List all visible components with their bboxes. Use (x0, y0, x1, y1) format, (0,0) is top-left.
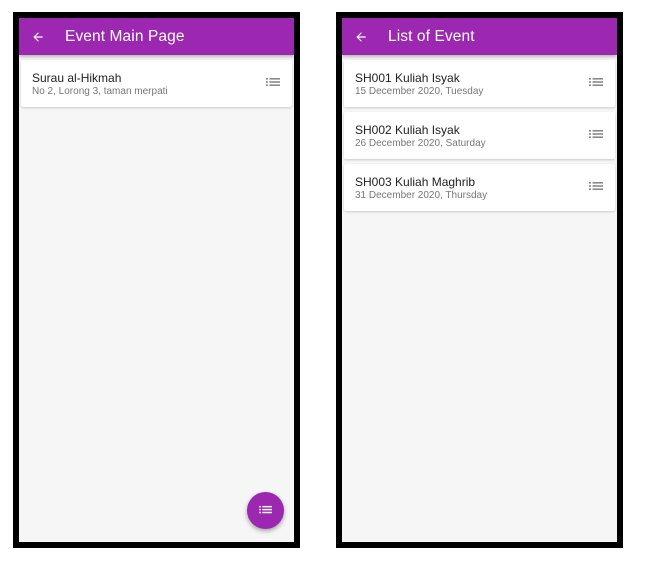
list-item[interactable]: SH001 Kuliah Isyak 15 December 2020, Tue… (344, 60, 615, 107)
event-main-screen: Event Main Page Surau al-Hikmah No 2, Lo… (19, 18, 294, 542)
list-item-subtitle: 31 December 2020, Thursday (355, 190, 488, 201)
list-item-subtitle: No 2, Lorong 3, taman merpati (32, 86, 168, 97)
event-list-screen: List of Event SH001 Kuliah Isyak 15 Dece… (342, 18, 617, 542)
app-bar: List of Event (342, 18, 617, 55)
list-item[interactable]: Surau al-Hikmah No 2, Lorong 3, taman me… (21, 60, 292, 107)
list-item-title: Surau al-Hikmah (32, 71, 122, 85)
back-button[interactable] (20, 18, 56, 55)
list-item-title: SH003 Kuliah Maghrib (355, 175, 476, 189)
list-item-title: SH002 Kuliah Isyak (355, 123, 460, 137)
list-item-subtitle: 26 December 2020, Saturday (355, 138, 486, 149)
list-icon[interactable] (266, 77, 280, 89)
list-item[interactable]: SH002 Kuliah Isyak 26 December 2020, Sat… (344, 112, 615, 159)
list-icon (259, 505, 272, 514)
arrow-back-icon (33, 31, 43, 42)
phone-frame-event-main: Event Main Page Surau al-Hikmah No 2, Lo… (13, 12, 300, 548)
phone-frame-event-list: List of Event SH001 Kuliah Isyak 15 Dece… (336, 12, 623, 548)
list-fab-button[interactable] (247, 492, 284, 529)
list-icon[interactable] (589, 77, 603, 89)
event-list: SH001 Kuliah Isyak 15 December 2020, Tue… (342, 57, 617, 216)
place-list: Surau al-Hikmah No 2, Lorong 3, taman me… (19, 57, 294, 112)
list-icon[interactable] (589, 181, 603, 193)
list-item[interactable]: SH003 Kuliah Maghrib 31 December 2020, T… (344, 164, 615, 211)
app-bar: Event Main Page (19, 18, 294, 55)
list-item-subtitle: 15 December 2020, Tuesday (355, 86, 484, 97)
page-title: Event Main Page (65, 27, 185, 45)
arrow-back-icon (356, 31, 366, 42)
list-icon[interactable] (589, 129, 603, 141)
list-item-title: SH001 Kuliah Isyak (355, 71, 460, 85)
page-title: List of Event (388, 27, 475, 45)
back-button[interactable] (343, 18, 379, 55)
